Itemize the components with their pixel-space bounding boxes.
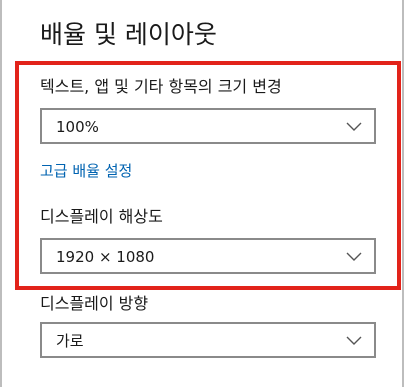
chevron-down-icon — [346, 252, 362, 261]
settings-panel: 배율 및 레이아웃 텍스트, 앱 및 기타 항목의 크기 변경 100% 고급 … — [0, 0, 404, 387]
scale-label: 텍스트, 앱 및 기타 항목의 크기 변경 — [40, 77, 282, 96]
chevron-down-icon — [346, 122, 362, 131]
scale-dropdown[interactable]: 100% — [40, 108, 376, 144]
resolution-dropdown-value: 1920 × 1080 — [56, 248, 155, 266]
orientation-dropdown[interactable]: 가로 — [40, 322, 376, 358]
orientation-label: 디스플레이 방향 — [40, 294, 149, 313]
scale-dropdown-value: 100% — [56, 118, 99, 136]
orientation-dropdown-value: 가로 — [56, 332, 84, 350]
resolution-dropdown[interactable]: 1920 × 1080 — [40, 238, 376, 274]
chevron-down-icon — [346, 336, 362, 345]
resolution-label: 디스플레이 해상도 — [40, 207, 163, 226]
section-title: 배율 및 레이아웃 — [40, 20, 217, 49]
advanced-scaling-link[interactable]: 고급 배율 설정 — [40, 160, 132, 182]
